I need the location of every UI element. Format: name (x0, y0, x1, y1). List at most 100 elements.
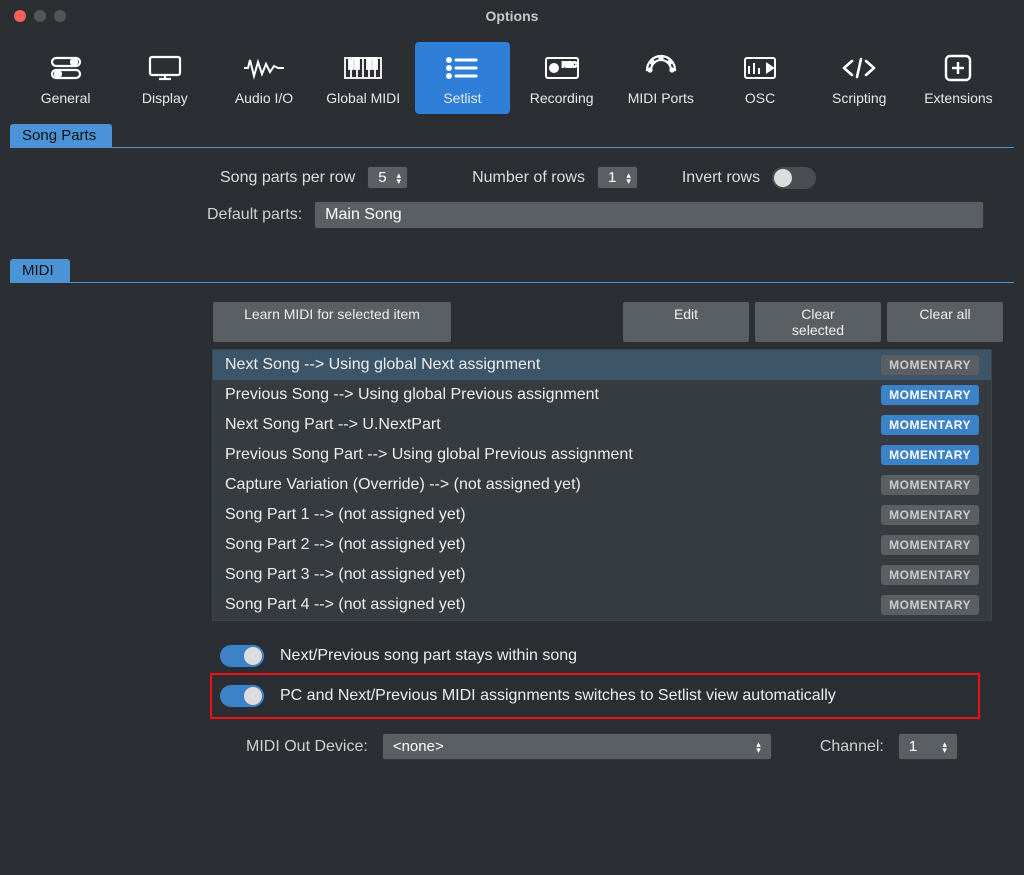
list-item-text: Song Part 3 --> (not assigned yet) (225, 566, 466, 584)
list-item[interactable]: Next Song --> Using global Next assignme… (213, 350, 991, 380)
maximize-window-button[interactable] (54, 10, 66, 22)
list-item[interactable]: Previous Song Part --> Using global Prev… (213, 440, 991, 470)
stepper-value: 1 (608, 169, 616, 186)
list-item-text: Song Part 1 --> (not assigned yet) (225, 506, 466, 524)
default-parts-input[interactable]: Main Song (314, 201, 984, 229)
edit-button[interactable]: Edit (622, 301, 750, 343)
tab-label: Audio I/O (235, 90, 293, 106)
code-icon (839, 50, 879, 86)
list-item[interactable]: Capture Variation (Override) --> (not as… (213, 470, 991, 500)
osc-icon (741, 50, 779, 86)
momentary-badge[interactable]: MOMENTARY (881, 535, 979, 555)
song-parts-section: Song parts per row 5 ▴▾ Number of rows 1… (0, 162, 1024, 259)
list-item[interactable]: Next Song Part --> U.NextPart MOMENTARY (213, 410, 991, 440)
tab-recording[interactable]: REC Recording (514, 42, 609, 114)
tab-extensions[interactable]: Extensions (911, 42, 1006, 114)
record-icon: REC (542, 50, 582, 86)
toggle-row-auto-setlist-view: PC and Next/Previous MIDI assignments sw… (220, 679, 970, 713)
midi-button-row: Learn MIDI for selected item Edit Clear … (212, 301, 1004, 343)
select-arrows-icon: ▴▾ (756, 741, 761, 753)
stepper-arrows-icon: ▴▾ (626, 172, 631, 184)
channel-label: Channel: (820, 738, 884, 756)
midi-out-device-select[interactable]: <none> ▴▾ (382, 733, 772, 760)
list-item-text: Previous Song Part --> Using global Prev… (225, 446, 633, 464)
number-of-rows-label: Number of rows (472, 169, 585, 187)
midi-out-row: MIDI Out Device: <none> ▴▾ Channel: 1 ▴▾ (246, 733, 1004, 760)
stay-within-song-label: Next/Previous song part stays within son… (280, 647, 577, 665)
list-item-text: Previous Song --> Using global Previous … (225, 386, 599, 404)
monitor-icon (145, 50, 185, 86)
invert-rows-label: Invert rows (682, 169, 760, 187)
stepper-arrows-icon: ▴▾ (397, 172, 402, 184)
list-item[interactable]: Previous Song --> Using global Previous … (213, 380, 991, 410)
piano-icon (342, 50, 384, 86)
clear-selected-button[interactable]: Clear selected (754, 301, 882, 343)
select-value: 1 (909, 738, 917, 755)
tab-label: Global MIDI (326, 90, 400, 106)
tab-label: OSC (745, 90, 775, 106)
momentary-badge[interactable]: MOMENTARY (881, 385, 979, 405)
default-parts-label: Default parts: (207, 206, 302, 224)
midi-out-device-label: MIDI Out Device: (246, 738, 368, 756)
midi-assignment-list[interactable]: Next Song --> Using global Next assignme… (212, 349, 992, 621)
section-divider (10, 147, 1014, 148)
list-item[interactable]: Song Part 4 --> (not assigned yet) MOMENT… (213, 590, 991, 620)
momentary-badge[interactable]: MOMENTARY (881, 415, 979, 435)
tab-setlist[interactable]: Setlist (415, 42, 510, 114)
list-item[interactable]: Song Part 2 --> (not assigned yet)MOMENT… (213, 530, 991, 560)
highlighted-option: PC and Next/Previous MIDI assignments sw… (210, 673, 980, 719)
tab-osc[interactable]: OSC (712, 42, 807, 114)
stepper-value: 5 (378, 169, 386, 186)
auto-setlist-view-toggle[interactable] (220, 685, 264, 707)
list-item[interactable]: Song Part 3 --> (not assigned yet) MOMENT… (213, 560, 991, 590)
svg-text:REC: REC (562, 62, 577, 69)
list-item[interactable]: Song Part 1 --> (not assigned yet) MOMENT… (213, 500, 991, 530)
tab-midi-ports[interactable]: MIDI Ports (613, 42, 708, 114)
tab-label: General (41, 90, 91, 106)
song-parts-per-row-label: Song parts per row (220, 169, 355, 187)
momentary-badge[interactable]: MOMENTARY (881, 475, 979, 495)
song-parts-per-row-stepper[interactable]: 5 ▴▾ (367, 166, 408, 189)
momentary-badge[interactable]: MOMENTARY (881, 565, 979, 585)
tab-label: Setlist (443, 90, 481, 106)
tab-label: Display (142, 90, 188, 106)
tab-label: Scripting (832, 90, 886, 106)
momentary-badge[interactable]: MOMENTARY (881, 505, 979, 525)
number-of-rows-stepper[interactable]: 1 ▴▾ (597, 166, 638, 189)
tab-global-midi[interactable]: Global MIDI (316, 42, 411, 114)
channel-select[interactable]: 1 ▴▾ (898, 733, 958, 760)
tab-audio-io[interactable]: Audio I/O (216, 42, 311, 114)
options-toolbar: General Display Audio I/O Global MIDI (0, 32, 1024, 124)
close-window-button[interactable] (14, 10, 26, 22)
select-value: <none> (393, 738, 444, 755)
tab-display[interactable]: Display (117, 42, 212, 114)
invert-rows-toggle[interactable] (772, 167, 816, 189)
tab-label: Recording (530, 90, 594, 106)
waveform-icon (242, 50, 286, 86)
auto-setlist-view-label: PC and Next/Previous MIDI assignments sw… (280, 687, 836, 705)
minimize-window-button[interactable] (34, 10, 46, 22)
select-arrows-icon: ▴▾ (942, 741, 947, 753)
learn-midi-button[interactable]: Learn MIDI for selected item (212, 301, 452, 343)
tab-scripting[interactable]: Scripting (812, 42, 907, 114)
momentary-badge[interactable]: MOMENTARY (881, 355, 979, 375)
tab-label: MIDI Ports (628, 90, 694, 106)
midi-section: Learn MIDI for selected item Edit Clear … (0, 297, 1024, 764)
clear-all-button[interactable]: Clear all (886, 301, 1004, 343)
momentary-badge[interactable]: MOMENTARY (881, 445, 979, 465)
window-title: Options (0, 8, 1024, 24)
titlebar: Options (0, 0, 1024, 32)
section-divider (10, 282, 1014, 283)
list-item-text: Song Part 4 --> (not assigned yet) (225, 596, 466, 614)
stay-within-song-toggle[interactable] (220, 645, 264, 667)
traffic-lights (0, 10, 66, 22)
midi-port-icon (643, 50, 679, 86)
tab-general[interactable]: General (18, 42, 113, 114)
list-icon (444, 50, 480, 86)
section-tab-midi: MIDI (10, 259, 70, 282)
sliders-icon (46, 50, 86, 86)
list-item-text: Next Song --> Using global Next assignme… (225, 356, 540, 374)
momentary-badge[interactable]: MOMENTARY (881, 595, 979, 615)
list-item-text: Next Song Part --> U.NextPart (225, 416, 441, 434)
list-item-text: Capture Variation (Override) --> (not as… (225, 476, 581, 494)
